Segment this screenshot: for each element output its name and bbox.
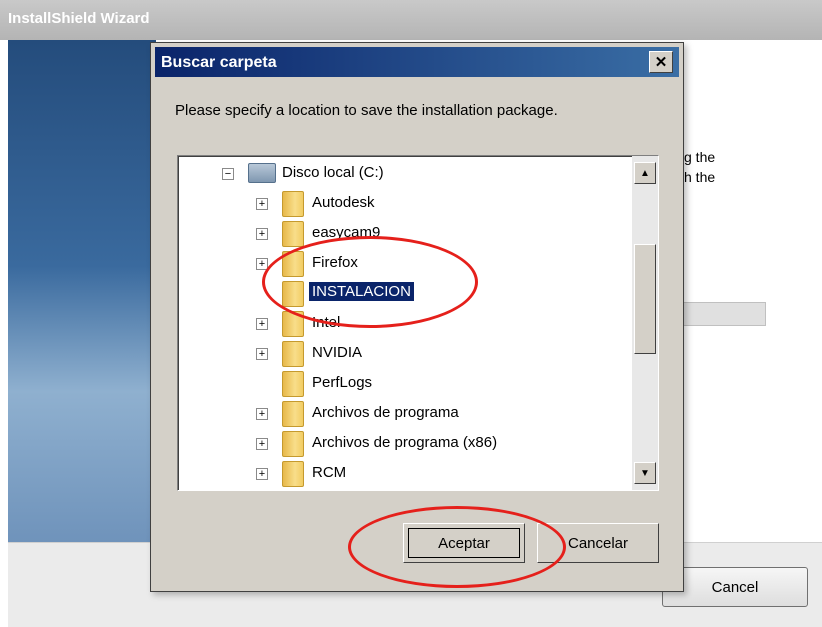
installshield-side-graphic bbox=[8, 40, 156, 542]
folder-icon bbox=[282, 371, 304, 397]
installshield-field bbox=[672, 302, 766, 326]
folder-icon bbox=[282, 221, 304, 247]
tree-item-firefox[interactable]: + Firefox bbox=[178, 248, 618, 278]
tree-item-perflogs[interactable]: PerfLogs bbox=[178, 368, 618, 398]
expand-icon[interactable]: + bbox=[256, 228, 268, 240]
installshield-title: InstallShield Wizard bbox=[8, 10, 150, 27]
folder-icon bbox=[282, 431, 304, 457]
installshield-text-line-1: g the bbox=[684, 149, 716, 165]
expand-icon[interactable]: + bbox=[256, 258, 268, 270]
tree-item-drive[interactable]: − Disco local (C:) bbox=[178, 158, 618, 188]
tree-item-intel[interactable]: + Intel bbox=[178, 308, 618, 338]
collapse-icon[interactable]: − bbox=[222, 168, 234, 180]
tree-item-label: Autodesk bbox=[312, 194, 375, 211]
folder-icon bbox=[282, 341, 304, 367]
folder-icon bbox=[282, 191, 304, 217]
expand-icon[interactable]: + bbox=[256, 318, 268, 330]
scroll-down-icon[interactable]: ▼ bbox=[634, 462, 656, 484]
cancel-button[interactable]: Cancelar bbox=[537, 523, 659, 563]
tree-item-label: RCM bbox=[312, 464, 347, 481]
tree-item-label: PerfLogs bbox=[312, 374, 373, 391]
tree-item-label: Firefox bbox=[312, 254, 358, 271]
dialog-titlebar: Buscar carpeta ✕ bbox=[155, 47, 679, 77]
tree-item-label: Intel bbox=[312, 314, 341, 331]
folder-icon bbox=[282, 461, 304, 487]
folder-icon bbox=[282, 311, 304, 337]
folder-tree[interactable]: − Disco local (C:) + Autodesk + easycam9… bbox=[177, 155, 659, 491]
tree-item-instalacion[interactable]: INSTALACION bbox=[178, 278, 618, 308]
scroll-thumb[interactable] bbox=[634, 244, 656, 354]
tree-item-autodesk[interactable]: + Autodesk bbox=[178, 188, 618, 218]
expand-icon[interactable]: + bbox=[256, 348, 268, 360]
tree-item-archivos-de-programa[interactable]: + Archivos de programa bbox=[178, 398, 618, 428]
tree-item-label: Disco local (C:) bbox=[282, 164, 384, 181]
folder-icon bbox=[282, 281, 304, 307]
drive-icon bbox=[248, 163, 276, 183]
tree-item-label: easycam9 bbox=[312, 224, 381, 241]
accept-button[interactable]: Aceptar bbox=[403, 523, 525, 563]
tree-item-nvidia[interactable]: + NVIDIA bbox=[178, 338, 618, 368]
tree-item-label-selected: INSTALACION bbox=[309, 282, 414, 301]
tree-item-label: NVIDIA bbox=[312, 344, 363, 361]
folder-icon bbox=[282, 401, 304, 427]
expand-icon[interactable]: + bbox=[256, 468, 268, 480]
folder-icon bbox=[282, 251, 304, 277]
scroll-up-icon[interactable]: ▲ bbox=[634, 162, 656, 184]
tree-item-rcm[interactable]: + RCM bbox=[178, 458, 618, 488]
expand-icon[interactable]: + bbox=[256, 408, 268, 420]
installshield-titlebar: InstallShield Wizard bbox=[0, 0, 822, 40]
tree-item-archivos-de-programa-x86[interactable]: + Archivos de programa (x86) bbox=[178, 428, 618, 458]
dialog-message: Please specify a location to save the in… bbox=[175, 102, 558, 119]
tree-item-label: Archivos de programa bbox=[312, 404, 459, 421]
installshield-content-area bbox=[672, 40, 822, 542]
tree-scrollbar[interactable]: ▲ ▼ bbox=[632, 156, 658, 490]
expand-icon[interactable]: + bbox=[256, 198, 268, 210]
browse-folder-dialog: Buscar carpeta ✕ Please specify a locati… bbox=[150, 42, 684, 592]
close-icon[interactable]: ✕ bbox=[649, 51, 673, 73]
expand-icon[interactable]: + bbox=[256, 438, 268, 450]
dialog-title: Buscar carpeta bbox=[161, 54, 277, 71]
tree-item-easycam9[interactable]: + easycam9 bbox=[178, 218, 618, 248]
installshield-text-line-2: h the bbox=[684, 169, 716, 185]
tree-item-label: Archivos de programa (x86) bbox=[312, 434, 498, 451]
